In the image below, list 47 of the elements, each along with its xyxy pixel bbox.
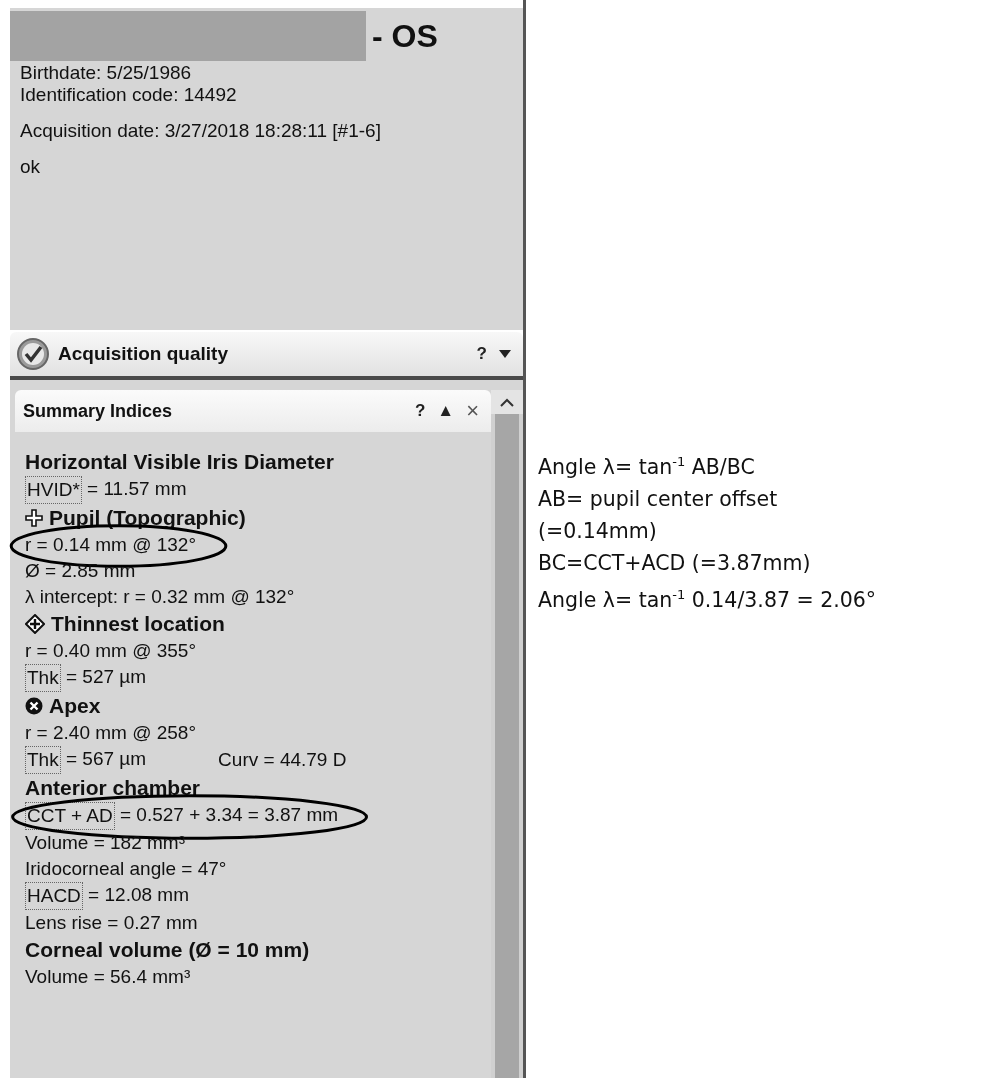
close-button[interactable]: ×: [462, 398, 483, 424]
scroll-up-button[interactable]: [491, 390, 523, 414]
collapse-button[interactable]: ▲: [433, 401, 459, 421]
term-link[interactable]: Thk: [25, 664, 61, 692]
help-button[interactable]: ?: [472, 344, 491, 364]
eye-label: - OS: [372, 17, 438, 55]
term-link[interactable]: CCT + AD: [25, 802, 115, 830]
acquisition-date: Acquisition date: 3/27/2018 18:28:11 [#1-6]: [20, 120, 382, 142]
measurement-text: Iridocorneal angle = 47°: [25, 857, 227, 881]
dropdown-icon[interactable]: [499, 350, 511, 358]
patient-detail: Identification code: 14492: [20, 84, 238, 106]
measurement-text: r = 2.40 mm @ 258°: [25, 721, 197, 745]
scrollbar[interactable]: [491, 390, 523, 1078]
annotation-text: BC=CCT+ACD (=3.87mm): [538, 549, 812, 577]
measurement-text: λ intercept: r = 0.32 mm @ 132°: [25, 585, 295, 609]
status-text: ok: [20, 156, 42, 178]
panel-title: Summary Indices: [23, 400, 174, 422]
measurement-text: r = 0.14 mm @ 132°: [25, 533, 197, 557]
measurement-text: Lens rise = 0.27 mm: [25, 911, 198, 935]
section-heading: Apex: [49, 693, 101, 719]
measurement-text: = 567 µm: [64, 747, 147, 771]
measurement-text: = 11.57 mm: [86, 477, 187, 501]
term-link[interactable]: HACD: [25, 882, 83, 910]
measurement-text: = 0.527 + 3.34 = 3.87 mm: [119, 803, 339, 827]
annotation-text: Angle λ= tan$^{-1}$ 0.14/3.87 = 2.06°: [538, 585, 878, 614]
section-heading: Corneal volume (Ø = 10 mm): [25, 937, 310, 963]
scroll-thumb[interactable]: [495, 414, 519, 1078]
check-badge-icon: [16, 337, 50, 371]
acquisition-quality-bar[interactable]: Acquisition quality ?: [10, 332, 523, 380]
help-button[interactable]: ?: [410, 401, 430, 421]
measurement-text: = 527 µm: [64, 665, 147, 689]
patient-detail: Birthdate: 5/25/1986: [20, 62, 193, 84]
measurement-text: Volume = 56.4 mm³: [25, 965, 191, 989]
panel-title: Acquisition quality: [58, 343, 229, 365]
measurement-text: = 12.08 mm: [87, 883, 189, 907]
section-heading: Thinnest location: [51, 611, 225, 637]
section-heading: Horizontal Visible Iris Diameter: [25, 449, 334, 475]
term-link[interactable]: HVID*: [25, 476, 82, 504]
measurement-text: r = 0.40 mm @ 355°: [25, 639, 197, 663]
section-heading: Pupil (Topographic): [49, 505, 246, 531]
caret-up-icon: [500, 397, 514, 407]
section-heading: Anterior chamber: [25, 775, 201, 801]
annotation-text: (=0.14mm): [538, 517, 658, 545]
term-link[interactable]: Thk: [25, 746, 61, 774]
annotation-text: Angle λ= tan$^{-1}$ AB/BC: [538, 453, 756, 481]
measurement-text: Curv = 44.79 D: [218, 748, 347, 772]
annotation-text: AB= pupil center offset: [538, 485, 779, 513]
